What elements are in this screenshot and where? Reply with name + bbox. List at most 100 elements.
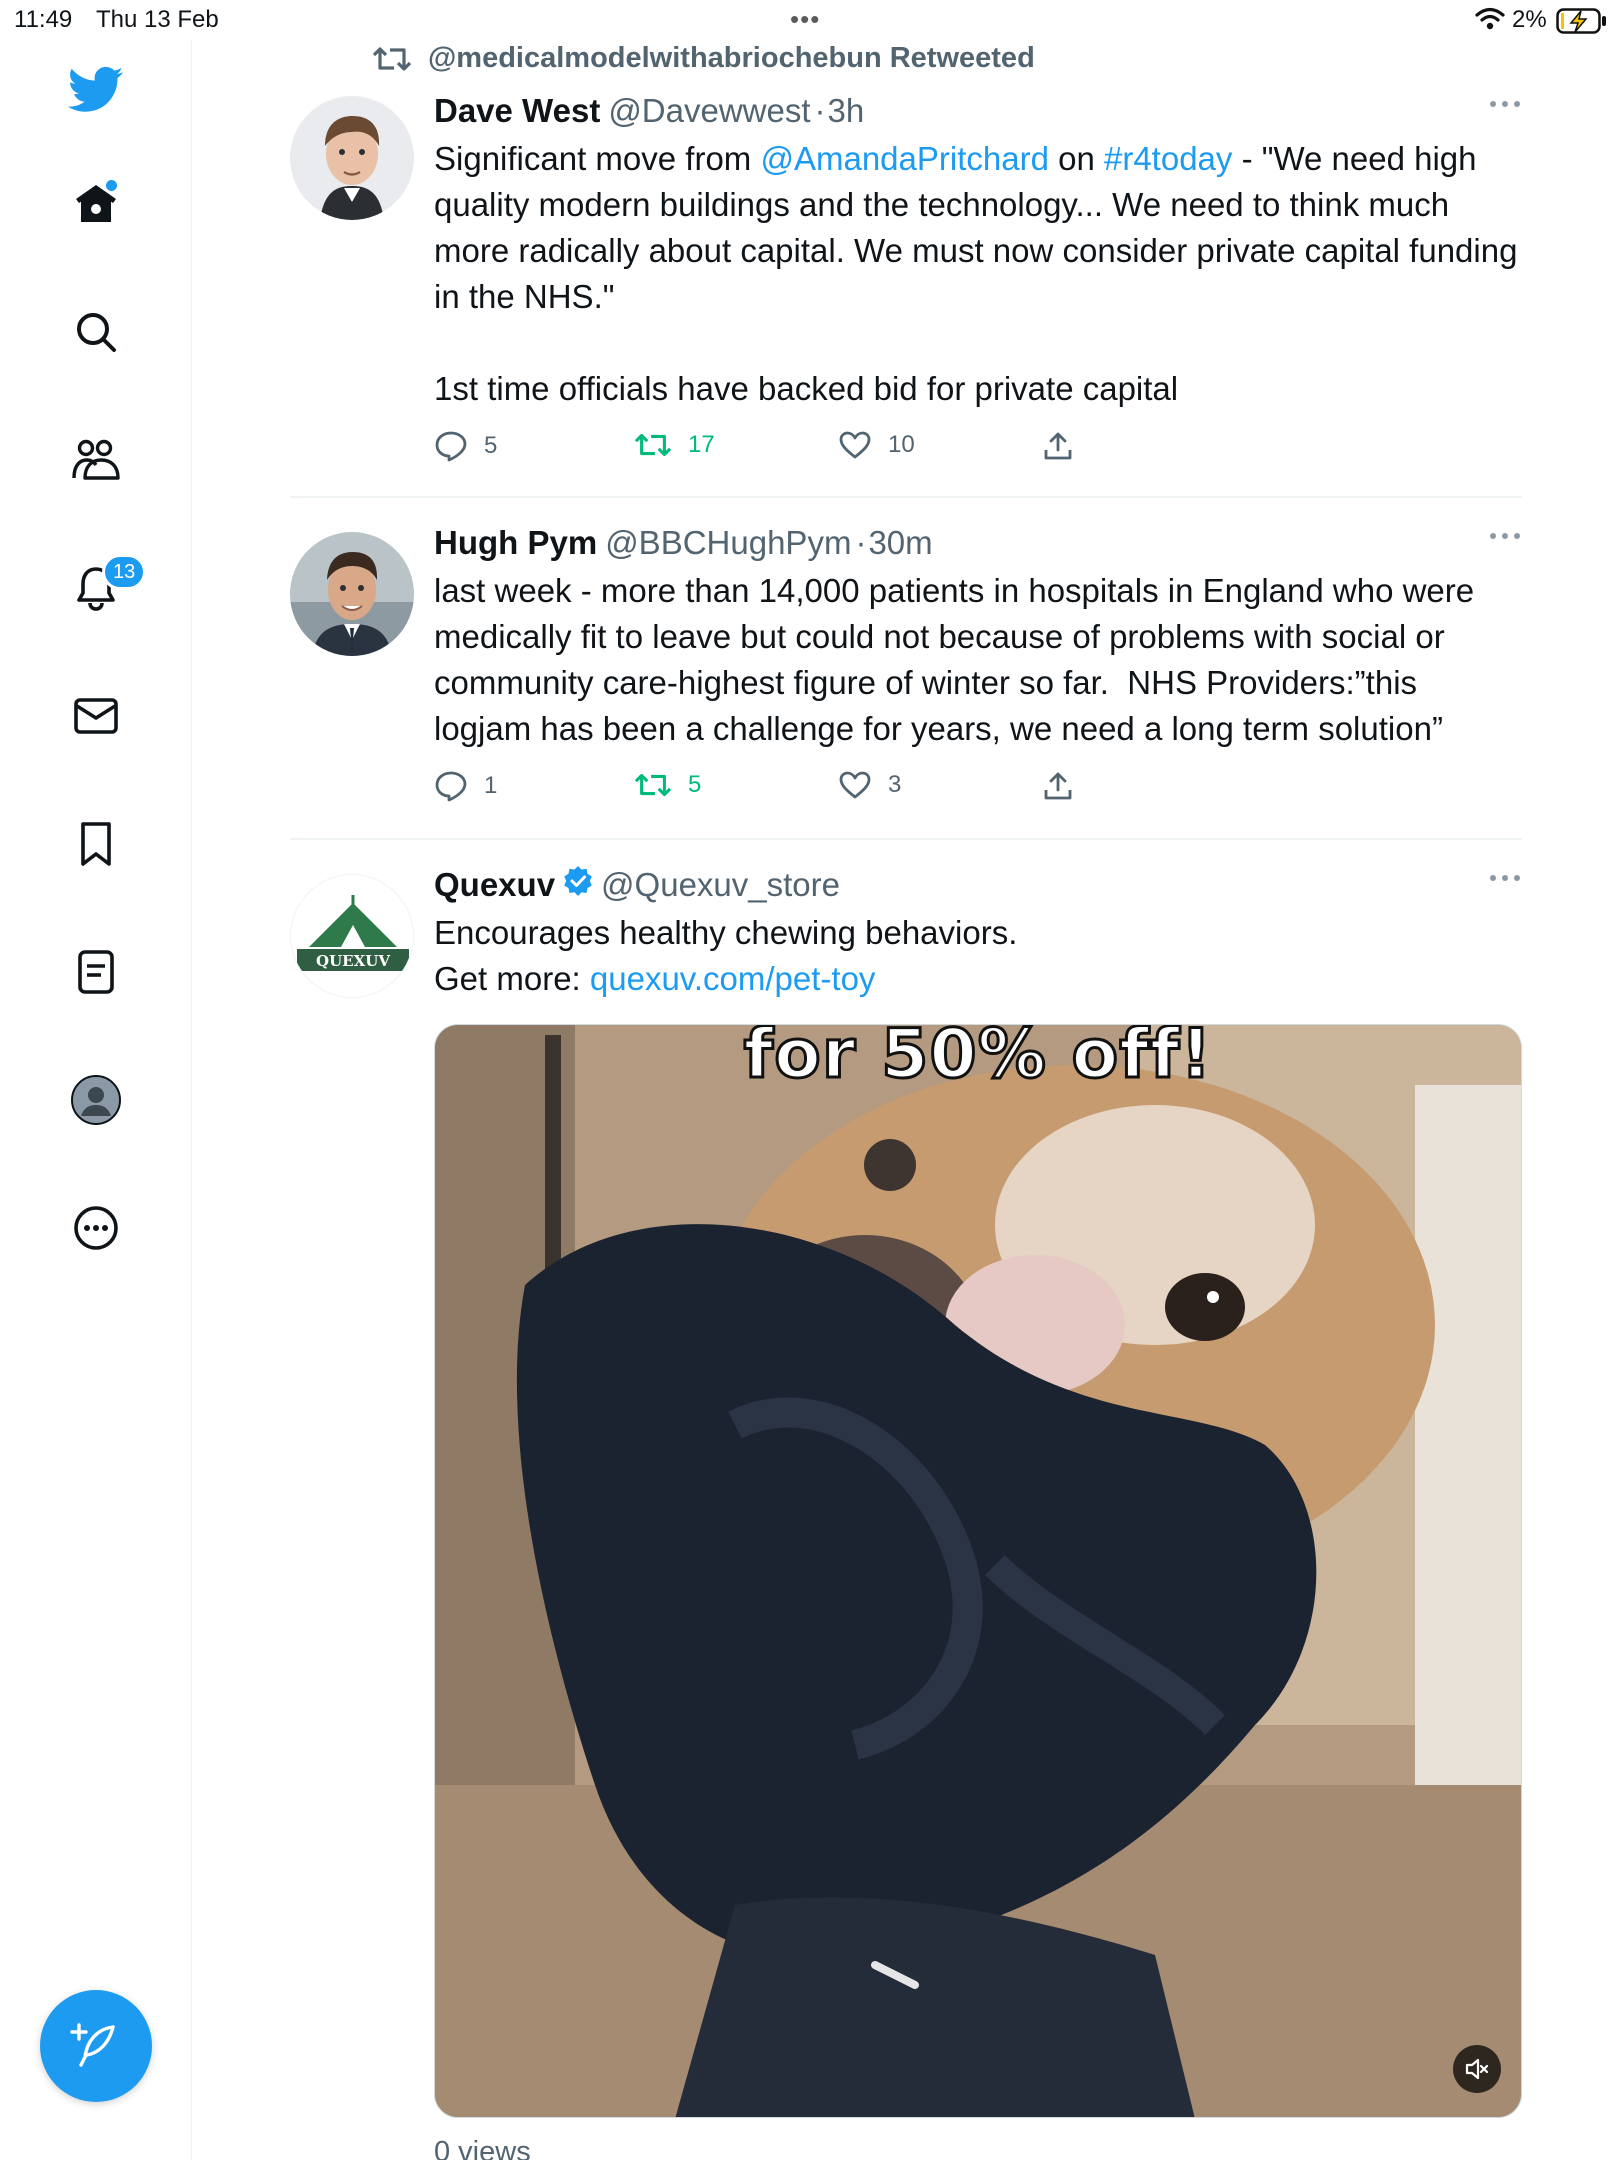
search-icon <box>77 313 116 352</box>
nav-lists[interactable] <box>66 942 126 1002</box>
promo-link[interactable]: quexuv.com/pet-toy <box>590 960 876 997</box>
video-views: 0 views <box>434 2136 531 2160</box>
communities-icon <box>72 439 120 480</box>
tweet-divider <box>290 838 1522 840</box>
tweet-divider <box>290 496 1522 498</box>
retweet-icon <box>634 773 672 797</box>
tweet-text: last week - more than 14,000 patients in… <box>434 572 1484 747</box>
screen: 11:49 Thu 13 Feb ••• 2% 13 @medicalmodel… <box>0 0 1620 2160</box>
handle[interactable]: @BBCHughPym <box>605 522 851 564</box>
nav-notifications[interactable]: 13 <box>66 554 147 618</box>
video-frame-image <box>435 1025 1521 2117</box>
tweet-header: Hugh Pym @BBCHughPym · 30m <box>434 522 1522 564</box>
reply-count: 1 <box>484 772 498 799</box>
avatar-hugh-pym[interactable] <box>290 532 414 656</box>
tweet-text-prefix: Get more: <box>434 960 590 997</box>
retweet-count: 5 <box>688 771 702 798</box>
like-button[interactable]: 10 <box>838 430 915 460</box>
home-new-dot <box>106 180 117 191</box>
tweet-text: Significant move from @AmandaPritchard o… <box>434 136 1522 412</box>
display-name[interactable]: Hugh Pym <box>434 522 597 564</box>
tweet-more-icon[interactable] <box>1488 870 1522 888</box>
heart-icon <box>839 771 871 799</box>
status-time: 11:49 <box>14 6 73 33</box>
timestamp[interactable]: 3h <box>828 90 865 132</box>
retweet-icon <box>634 433 672 457</box>
tweet-body: Quexuv @Quexuv_store Encourages healthy … <box>434 864 1522 2160</box>
separator: · <box>814 92 826 129</box>
reply-icon <box>435 771 467 802</box>
tweet-hugh-pym[interactable]: Hugh Pym @BBCHughPym · 30m last week - m… <box>290 522 1522 862</box>
muted-speaker-icon <box>1465 2058 1489 2080</box>
retweet-context-text[interactable]: @medicalmodelwithabriochebun Retweeted <box>428 42 1035 75</box>
retweet-button[interactable]: 17 <box>634 430 715 460</box>
tweet-more-icon[interactable] <box>1488 528 1522 546</box>
battery-charging-icon <box>1556 8 1608 41</box>
timeline: @medicalmodelwithabriochebun Retweeted D… <box>192 40 1620 2160</box>
nav-messages[interactable] <box>66 686 126 746</box>
separator: · <box>855 524 867 561</box>
tweet-media-video[interactable]: for 50% off! <box>434 1024 1522 2118</box>
tweet-text-part: - "We need high quality modern buildings… <box>434 140 1518 407</box>
bookmarks-icon <box>81 822 111 866</box>
tweet-more-icon[interactable] <box>1488 96 1522 114</box>
status-date: Thu 13 Feb <box>96 6 219 33</box>
display-name[interactable]: Quexuv <box>434 864 555 906</box>
mute-button[interactable] <box>1453 2045 1501 2093</box>
mention-link[interactable]: @AmandaPritchard <box>760 140 1048 177</box>
tweet-text: Encourages healthy chewing behaviors. Ge… <box>434 910 1522 1002</box>
notifications-badge: 13 <box>102 554 147 590</box>
tweet-text-line: Encourages healthy chewing behaviors. <box>434 914 1018 951</box>
like-button[interactable]: 3 <box>838 770 901 800</box>
share-button[interactable] <box>1042 770 1090 802</box>
nav-communities[interactable] <box>66 430 126 490</box>
avatar-quexuv[interactable]: QUEXUV <box>290 874 414 998</box>
share-button[interactable] <box>1042 430 1090 462</box>
compose-feather-icon <box>70 2023 115 2067</box>
profile-icon <box>71 1075 121 1125</box>
heart-icon <box>839 431 871 459</box>
tweet-header: Quexuv @Quexuv_store <box>434 864 1522 906</box>
verified-badge-icon <box>563 864 593 906</box>
retweet-context: @medicalmodelwithabriochebun Retweeted <box>372 42 1035 75</box>
display-name[interactable]: Dave West <box>434 90 600 132</box>
nav-more[interactable] <box>66 1198 126 1258</box>
timestamp[interactable]: 30m <box>868 522 932 564</box>
multitasking-dots-icon[interactable]: ••• <box>790 4 820 35</box>
tweet-text-part: Significant move from <box>434 140 761 177</box>
handle[interactable]: @Davewwest <box>608 90 810 132</box>
tweet-text-part: on <box>1048 140 1104 177</box>
more-circle-icon <box>74 1206 118 1250</box>
handle[interactable]: @Quexuv_store <box>601 864 840 906</box>
nav-profile[interactable] <box>66 1070 126 1130</box>
tweet-dave-west[interactable]: @medicalmodelwithabriochebun Retweeted D… <box>290 40 1522 520</box>
wifi-icon <box>1475 7 1505 38</box>
reply-button[interactable]: 5 <box>434 430 497 462</box>
tweet-body: Dave West @Davewwest · 3h Significant mo… <box>434 90 1522 480</box>
compose-tweet-button[interactable] <box>40 1990 152 2102</box>
like-count: 10 <box>888 431 915 458</box>
retweet-count: 17 <box>688 431 715 458</box>
tweet-actions: 1 5 3 <box>434 770 1522 820</box>
share-icon <box>1044 772 1072 800</box>
tweet-actions: 5 17 10 <box>434 430 1522 480</box>
like-count: 3 <box>888 771 902 798</box>
nav-home[interactable] <box>66 174 126 234</box>
tweet-quexuv[interactable]: QUEXUV Quexuv @Quexuv_store Encourages h… <box>290 864 1522 2160</box>
retweet-icon <box>372 46 412 71</box>
retweet-button[interactable]: 5 <box>634 770 701 800</box>
hashtag-link[interactable]: #r4today <box>1104 140 1232 177</box>
battery-percent: 2% <box>1512 6 1547 33</box>
tweet-body: Hugh Pym @BBCHughPym · 30m last week - m… <box>434 522 1522 820</box>
share-icon <box>1044 432 1072 460</box>
quexuv-logo-text: QUEXUV <box>316 952 390 970</box>
avatar-dave-west[interactable] <box>290 96 414 220</box>
status-bar: 11:49 Thu 13 Feb ••• 2% <box>0 0 1620 40</box>
twitter-logo-icon[interactable] <box>66 60 126 120</box>
sidebar-nav: 13 <box>0 40 192 2160</box>
reply-button[interactable]: 1 <box>434 770 497 802</box>
video-caption: for 50% off! <box>742 1024 1213 1096</box>
reply-count: 5 <box>484 432 498 459</box>
nav-search[interactable] <box>66 302 126 362</box>
nav-bookmarks[interactable] <box>66 814 126 874</box>
